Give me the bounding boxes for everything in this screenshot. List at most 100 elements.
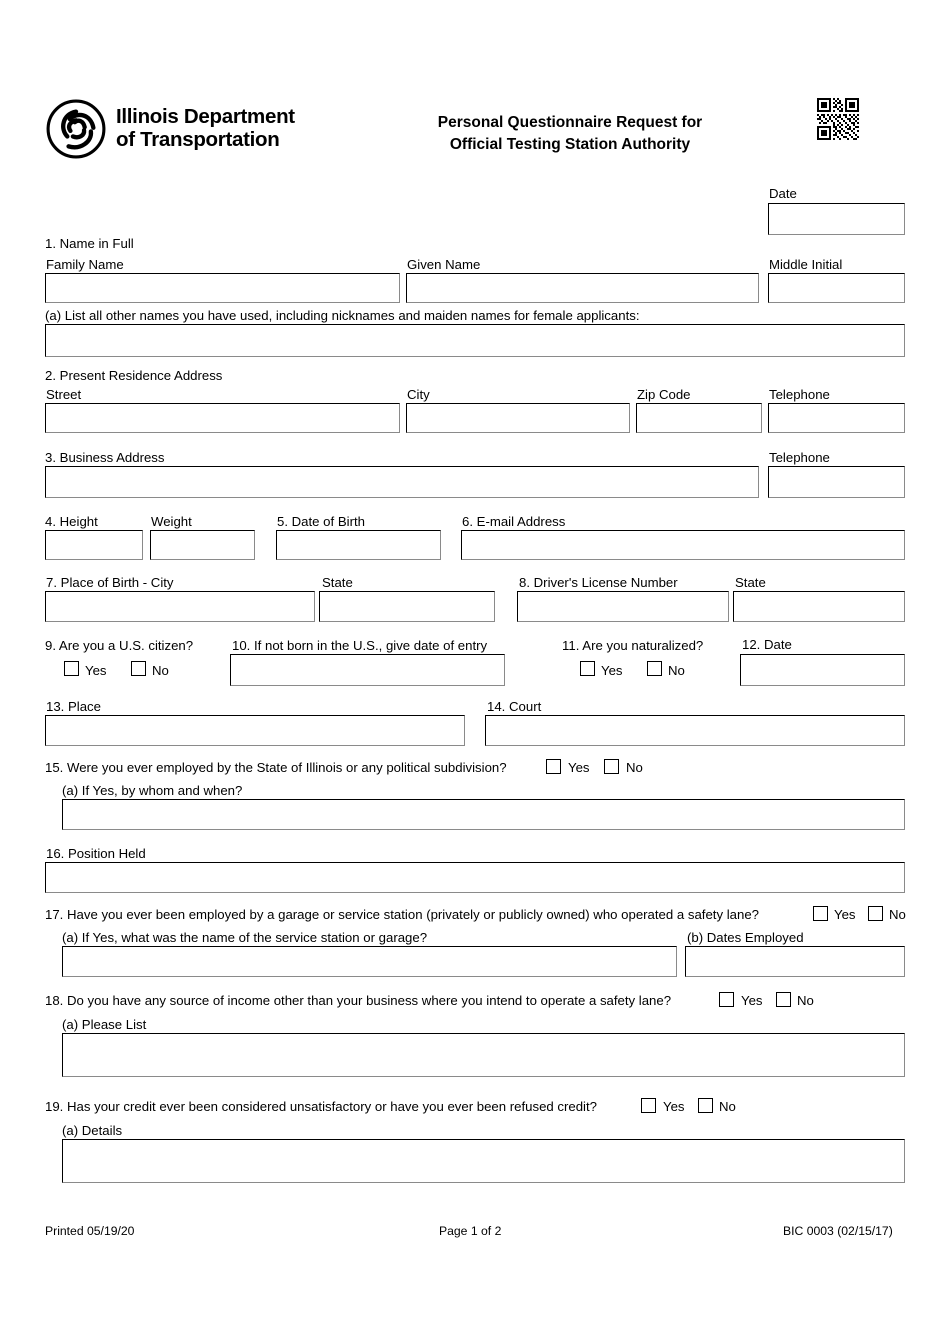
q13-place-input[interactable]: [45, 715, 465, 746]
q19-no-checkbox[interactable]: [698, 1098, 713, 1113]
residence-telephone-input[interactable]: [768, 403, 905, 433]
date-of-birth-label: 5. Date of Birth: [277, 514, 365, 529]
q19-yes-label: Yes: [663, 1099, 685, 1114]
birth-state-label: State: [322, 575, 353, 590]
height-input[interactable]: [45, 530, 143, 560]
q17a-input[interactable]: [62, 946, 677, 977]
q17-label: 17. Have you ever been employed by a gar…: [45, 907, 759, 922]
q18-no-checkbox[interactable]: [776, 992, 791, 1007]
q12-label: 12. Date: [742, 637, 792, 652]
idot-trefoil-logo-icon: [46, 99, 106, 159]
zip-code-label: Zip Code: [637, 387, 691, 402]
agency-name-line1: Illinois Department: [116, 105, 295, 129]
q19-yes-checkbox[interactable]: [641, 1098, 656, 1113]
q9-label: 9. Are you a U.S. citizen?: [45, 638, 194, 653]
form-title-line2: Official Testing Station Authority: [449, 136, 691, 153]
family-name-input[interactable]: [45, 273, 400, 303]
q17a-label: (a) If Yes, what was the name of the ser…: [62, 930, 428, 945]
q18a-input[interactable]: [62, 1033, 905, 1077]
q16-label: 16. Position Held: [46, 846, 146, 861]
given-name-label: Given Name: [407, 257, 481, 272]
q1a-other-names-input[interactable]: [45, 324, 905, 357]
drivers-license-input[interactable]: [517, 591, 729, 622]
business-telephone-label: Telephone: [769, 450, 830, 465]
footer-page-number: Page 1 of 2: [439, 1224, 502, 1238]
street-label: Street: [46, 387, 82, 402]
q14-court-input[interactable]: [485, 715, 905, 746]
drivers-license-label: 8. Driver's License Number: [519, 575, 678, 590]
date-input[interactable]: [768, 203, 905, 235]
q10-label: 10. If not born in the U.S., give date o…: [232, 638, 488, 653]
agency-name: Illinois Department of Transportation: [116, 105, 295, 152]
footer-printed-date: Printed 05/19/20: [45, 1224, 135, 1238]
q17b-label: (b) Dates Employed: [687, 930, 804, 945]
q9-no-label: No: [152, 663, 169, 678]
q18a-label: (a) Please List: [62, 1017, 147, 1032]
q15a-label: (a) If Yes, by whom and when?: [62, 783, 243, 798]
q1-heading: 1. Name in Full: [45, 236, 134, 251]
form-page: Illinois Department of Transportation Pe…: [0, 0, 950, 1342]
q18-label: 18. Do you have any source of income oth…: [45, 993, 672, 1008]
middle-initial-label: Middle Initial: [769, 257, 843, 272]
q16-position-held-input[interactable]: [45, 862, 905, 893]
q15-yes-checkbox[interactable]: [546, 759, 561, 774]
q17-yes-checkbox[interactable]: [813, 906, 828, 921]
qr-code-icon: [817, 98, 859, 140]
weight-label: Weight: [151, 514, 192, 529]
q9-no-checkbox[interactable]: [131, 661, 146, 676]
email-label: 6. E-mail Address: [462, 514, 566, 529]
given-name-input[interactable]: [406, 273, 759, 303]
q19a-input[interactable]: [62, 1139, 905, 1183]
q9-yes-label: Yes: [85, 663, 107, 678]
q17b-dates-employed-input[interactable]: [685, 946, 905, 977]
license-state-input[interactable]: [733, 591, 905, 622]
place-of-birth-input[interactable]: [45, 591, 315, 622]
q2-heading: 2. Present Residence Address: [45, 368, 223, 383]
q18-yes-label: Yes: [741, 993, 763, 1008]
q15-yes-label: Yes: [568, 760, 590, 775]
q19a-label: (a) Details: [62, 1123, 123, 1138]
q11-no-checkbox[interactable]: [647, 661, 662, 676]
email-input[interactable]: [461, 530, 905, 560]
q17-no-label: No: [889, 907, 906, 922]
form-header: Illinois Department of Transportation Pe…: [45, 92, 905, 172]
q9-yes-checkbox[interactable]: [64, 661, 79, 676]
city-label: City: [407, 387, 430, 402]
family-name-label: Family Name: [46, 257, 124, 272]
q15-label: 15. Were you ever employed by the State …: [45, 760, 507, 775]
residence-telephone-label: Telephone: [769, 387, 830, 402]
q11-label: 11. Are you naturalized?: [562, 638, 704, 653]
idot-logo: Illinois Department of Transportation: [45, 98, 295, 160]
q17-no-checkbox[interactable]: [868, 906, 883, 921]
license-state-label: State: [735, 575, 766, 590]
zip-code-input[interactable]: [636, 403, 762, 433]
date-of-birth-input[interactable]: [276, 530, 441, 560]
q3-heading: 3. Business Address: [45, 450, 165, 465]
q14-label: 14. Court: [487, 699, 542, 714]
street-input[interactable]: [45, 403, 400, 433]
q15-no-checkbox[interactable]: [604, 759, 619, 774]
height-label: 4. Height: [45, 514, 98, 529]
middle-initial-input[interactable]: [768, 273, 905, 303]
q10-date-of-entry-input[interactable]: [230, 654, 505, 686]
q11-yes-checkbox[interactable]: [580, 661, 595, 676]
form-title-line1: Personal Questionnaire Request for: [437, 114, 703, 131]
q13-label: 13. Place: [46, 699, 101, 714]
q11-yes-label: Yes: [601, 663, 623, 678]
form-title: Personal Questionnaire Request for Offic…: [370, 112, 770, 156]
weight-input[interactable]: [150, 530, 255, 560]
city-input[interactable]: [406, 403, 630, 433]
q19-label: 19. Has your credit ever been considered…: [45, 1099, 597, 1114]
birth-state-input[interactable]: [319, 591, 495, 622]
q18-yes-checkbox[interactable]: [719, 992, 734, 1007]
date-label: Date: [769, 186, 797, 201]
q17-yes-label: Yes: [834, 907, 856, 922]
q15a-input[interactable]: [62, 799, 905, 830]
place-of-birth-label: 7. Place of Birth - City: [46, 575, 174, 590]
agency-name-line2: of Transportation: [116, 128, 280, 151]
business-address-input[interactable]: [45, 466, 759, 498]
q12-date-input[interactable]: [740, 654, 905, 686]
q15-no-label: No: [626, 760, 643, 775]
business-telephone-input[interactable]: [768, 466, 905, 498]
q11-no-label: No: [668, 663, 685, 678]
